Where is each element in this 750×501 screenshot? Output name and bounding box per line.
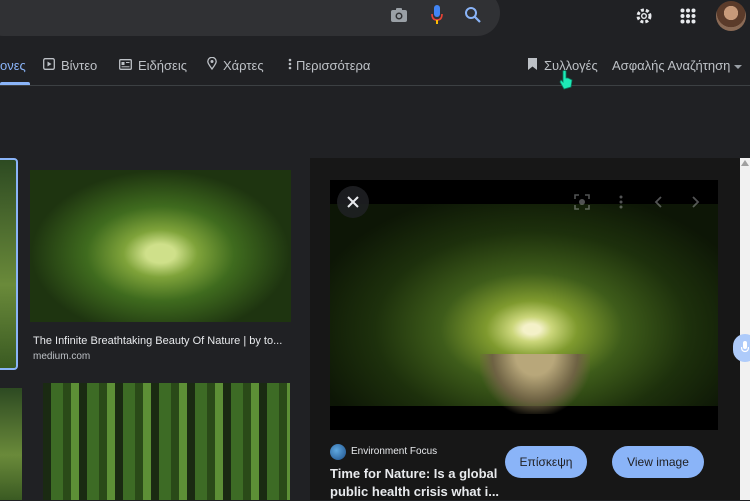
scroll-up-arrow-icon[interactable]	[741, 160, 749, 166]
tab-videos[interactable]: Βίντεο	[43, 55, 97, 75]
header-divider	[0, 85, 750, 86]
close-icon	[347, 196, 359, 208]
more-vert-icon	[288, 58, 292, 73]
tab-maps[interactable]: Χάρτες	[207, 55, 264, 75]
search-bar[interactable]	[0, 0, 500, 36]
result-source[interactable]: medium.com	[33, 351, 90, 362]
avatar[interactable]	[716, 1, 746, 31]
tab-label: Περισσότερα	[296, 57, 371, 73]
voice-search-side-icon[interactable]	[733, 334, 750, 362]
tab-more[interactable]: Περισσότερα	[288, 55, 370, 75]
source-favicon-icon	[330, 444, 346, 460]
scrollbar[interactable]	[740, 158, 750, 500]
chevron-left-icon	[654, 196, 662, 208]
gear-icon[interactable]	[632, 4, 656, 28]
tab-images[interactable]: ονες	[0, 55, 26, 75]
previous-image-button[interactable]	[642, 186, 674, 218]
preview-headline[interactable]: Time for Nature: Is a global public heal…	[330, 465, 500, 501]
tab-label: Χάρτες	[223, 57, 264, 73]
news-icon	[119, 58, 132, 73]
visit-button[interactable]: Επίσκεψη	[505, 446, 587, 478]
lens-search-button[interactable]	[566, 186, 598, 218]
more-options-button[interactable]	[605, 186, 637, 218]
search-icon[interactable]	[462, 4, 484, 26]
close-preview-button[interactable]	[337, 186, 369, 218]
more-vert-icon	[619, 195, 623, 209]
tab-news[interactable]: Ειδήσεις	[119, 55, 187, 75]
image-result[interactable]	[43, 383, 290, 500]
chevron-down-icon	[734, 58, 743, 73]
camera-icon[interactable]	[388, 4, 410, 26]
safesearch-menu[interactable]: Ασφαλής Αναζήτηση	[612, 55, 743, 75]
view-image-button[interactable]: View image	[612, 446, 704, 478]
image-result[interactable]	[30, 170, 291, 322]
chevron-right-icon	[692, 196, 700, 208]
lens-icon	[574, 194, 590, 210]
next-image-button[interactable]	[680, 186, 712, 218]
bookmark-icon	[527, 57, 538, 74]
tab-label: Ειδήσεις	[138, 57, 187, 73]
play-icon	[43, 57, 55, 73]
image-result-selected[interactable]	[0, 158, 18, 370]
tab-label: Βίντεο	[61, 57, 98, 73]
location-icon	[207, 56, 217, 73]
source-name[interactable]: Environment Focus	[351, 446, 437, 457]
safesearch-label: Ασφαλής Αναζήτηση	[612, 57, 731, 73]
mic-icon[interactable]	[426, 4, 448, 26]
hand-cursor-icon	[559, 70, 573, 90]
result-title[interactable]: The Infinite Breathtaking Beauty Of Natu…	[33, 335, 288, 347]
preview-image-content	[330, 204, 718, 414]
image-result[interactable]	[0, 388, 22, 500]
apps-grid-icon[interactable]	[676, 4, 700, 28]
tab-label: ονες	[0, 57, 26, 73]
